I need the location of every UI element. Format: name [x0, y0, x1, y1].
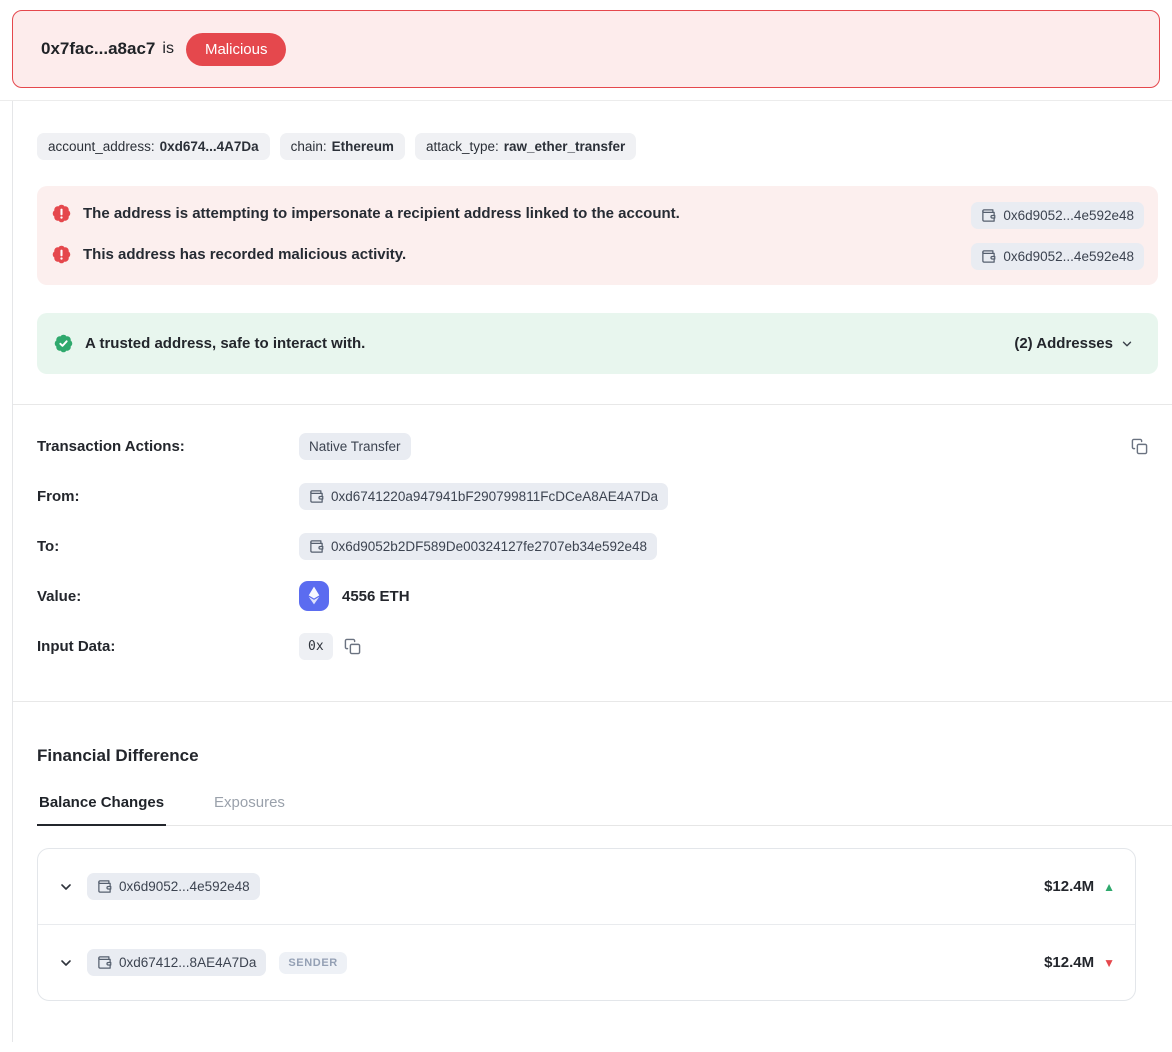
input-data-value: 0x — [299, 633, 361, 660]
trend-down-icon: ▼ — [1103, 957, 1115, 969]
wallet-icon — [309, 489, 324, 504]
balance-row[interactable]: 0x6d9052...4e592e48 $12.4M ▲ — [38, 849, 1135, 924]
sender-badge: SENDER — [279, 952, 346, 974]
alert-seal-icon — [51, 244, 72, 265]
financial-tabs: Balance Changes Exposures — [37, 794, 1172, 826]
banner-connector: is — [162, 40, 174, 58]
trusted-alert-panel: A trusted address, safe to interact with… — [37, 313, 1158, 374]
to-address-chip[interactable]: 0x6d9052b2DF589De00324127fe2707eb34e592e… — [299, 533, 657, 560]
wallet-icon — [981, 249, 996, 264]
transaction-section: Transaction Actions: Native Transfer Fro… — [37, 421, 1158, 671]
address-chip[interactable]: 0x6d9052...4e592e48 — [971, 202, 1144, 229]
risk-alert-text: The address is attempting to impersonate… — [83, 201, 680, 224]
meta-tag-attack-type: attack_type: raw_ether_transfer — [415, 133, 636, 160]
chevron-down-icon — [1120, 337, 1134, 351]
meta-tag-chain: chain: Ethereum — [280, 133, 405, 160]
addresses-expander-label: (2) Addresses — [1014, 335, 1113, 352]
meta-tag-value: 0xd674...4A7Da — [160, 139, 259, 154]
from-address-text: 0xd6741220a947941bF290799811FcDCeA8AE4A7… — [331, 489, 658, 504]
copy-icon[interactable] — [1131, 438, 1148, 455]
meta-tag-value: raw_ether_transfer — [504, 139, 626, 154]
meta-tag-label: account_address: — [48, 139, 155, 154]
header-divider — [0, 88, 1172, 101]
balance-amount: $12.4M ▲ — [1044, 878, 1115, 895]
value-amount-text: 4556 ETH — [342, 588, 410, 605]
risk-alerts-panel: The address is attempting to impersonate… — [37, 186, 1158, 285]
address-chip[interactable]: 0xd67412...8AE4A7Da — [87, 949, 266, 976]
transaction-actions-row: Transaction Actions: Native Transfer — [37, 421, 1158, 471]
input-data-chip: 0x — [299, 633, 333, 660]
risk-alert-row: This address has recorded malicious acti… — [51, 242, 1144, 270]
trend-up-icon: ▲ — [1103, 881, 1115, 893]
address-chip-text: 0xd67412...8AE4A7Da — [119, 955, 256, 970]
wallet-icon — [97, 879, 112, 894]
to-address-text: 0x6d9052b2DF589De00324127fe2707eb34e592e… — [331, 539, 647, 554]
section-divider — [13, 701, 1172, 702]
chevron-down-icon[interactable] — [58, 879, 74, 895]
balance-amount-text: $12.4M — [1044, 878, 1094, 895]
value-label: Value: — [37, 588, 299, 605]
meta-tag-label: chain: — [291, 139, 327, 154]
trusted-alert-text: A trusted address, safe to interact with… — [85, 335, 365, 352]
risk-alert-text: This address has recorded malicious acti… — [83, 242, 406, 265]
from-row: From: 0xd6741220a947941bF290799811FcDCeA… — [37, 471, 1158, 521]
from-address-chip[interactable]: 0xd6741220a947941bF290799811FcDCeA8AE4A7… — [299, 483, 668, 510]
transaction-actions-label: Transaction Actions: — [37, 438, 299, 455]
address-chip-text: 0x6d9052...4e592e48 — [119, 879, 250, 894]
addresses-expander[interactable]: (2) Addresses — [1014, 335, 1142, 352]
wallet-icon — [309, 539, 324, 554]
main-content: account_address: 0xd674...4A7Da chain: E… — [12, 101, 1172, 1042]
to-label: To: — [37, 538, 299, 555]
scanned-address: 0x7fac...a8ac7 — [41, 39, 155, 59]
check-seal-icon — [53, 333, 74, 354]
copy-icon[interactable] — [344, 638, 361, 655]
meta-tag-account-address: account_address: 0xd674...4A7Da — [37, 133, 270, 160]
verdict-banner: 0x7fac...a8ac7 is Malicious — [12, 10, 1160, 88]
tab-exposures[interactable]: Exposures — [212, 794, 287, 825]
tab-balance-changes[interactable]: Balance Changes — [37, 794, 166, 826]
address-chip[interactable]: 0x6d9052...4e592e48 — [87, 873, 260, 900]
chevron-down-icon[interactable] — [58, 955, 74, 971]
financial-difference-title: Financial Difference — [37, 746, 1158, 766]
to-row: To: 0x6d9052b2DF589De00324127fe2707eb34e… — [37, 521, 1158, 571]
balance-amount-text: $12.4M — [1044, 954, 1094, 971]
meta-tag-value: Ethereum — [332, 139, 394, 154]
malicious-badge: Malicious — [186, 33, 287, 66]
meta-tags-row: account_address: 0xd674...4A7Da chain: E… — [37, 133, 1158, 160]
address-chip-text: 0x6d9052...4e592e48 — [1003, 208, 1134, 223]
input-data-label: Input Data: — [37, 638, 299, 655]
from-label: From: — [37, 488, 299, 505]
wallet-icon — [981, 208, 996, 223]
wallet-icon — [97, 955, 112, 970]
risk-alert-row: The address is attempting to impersonate… — [51, 201, 1144, 229]
value-amount: 4556 ETH — [299, 581, 410, 611]
balance-row[interactable]: 0xd67412...8AE4A7Da SENDER $12.4M ▼ — [38, 924, 1135, 1000]
meta-tag-label: attack_type: — [426, 139, 499, 154]
input-data-row: Input Data: 0x — [37, 621, 1158, 671]
address-chip[interactable]: 0x6d9052...4e592e48 — [971, 243, 1144, 270]
alert-seal-icon — [51, 203, 72, 224]
section-divider — [13, 404, 1172, 405]
value-row: Value: 4556 ETH — [37, 571, 1158, 621]
address-chip-text: 0x6d9052...4e592e48 — [1003, 249, 1134, 264]
balance-changes-card: 0x6d9052...4e592e48 $12.4M ▲ 0xd67412...… — [37, 848, 1136, 1001]
balance-amount: $12.4M ▼ — [1044, 954, 1115, 971]
ethereum-icon — [299, 581, 329, 611]
transaction-action-chip: Native Transfer — [299, 433, 411, 460]
